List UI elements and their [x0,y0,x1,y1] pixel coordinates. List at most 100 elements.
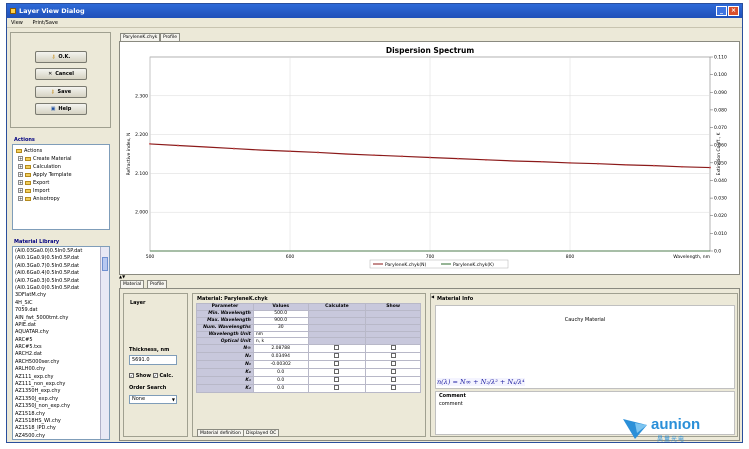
library-item[interactable]: APIE.dat [15,322,99,329]
library-item[interactable]: ARC#5 [15,337,99,344]
param-value[interactable]: 0.0 [252,376,309,386]
library-item[interactable]: AIN_fwt_5000tmt.chy [15,315,99,322]
library-item[interactable]: ARLH00.chy [15,366,99,373]
material-library-list[interactable]: (Al0.03Ga0.0)0.5In0.5P.dat (Al0.1Ga0.9)0.… [12,246,110,440]
param-value[interactable]: n, k [252,337,309,346]
chart-tab-profile[interactable]: Profile [160,33,180,41]
tree-item-apply-template[interactable]: + Apply Template [16,171,106,179]
thickness-input[interactable]: 5691.0 [129,355,177,365]
param-value[interactable]: nm [252,330,309,339]
param-value[interactable]: 30 [252,323,309,332]
data-point [233,147,235,150]
calculate-checkbox[interactable] [334,385,340,391]
table-row: Max. Wavelength 900.0 [196,316,421,325]
data-point [485,158,487,161]
save-button[interactable]: ⚷ Save [35,86,87,98]
param-value[interactable]: 0.0 [252,384,309,394]
show-checkbox[interactable] [390,361,396,367]
library-item[interactable]: AZ1350H_exp.chy [15,388,99,395]
table-row: K₁ 0.0 [196,376,421,386]
library-item[interactable]: AQUATAR.chy [15,329,99,336]
chart-tab-parylene[interactable]: ParyleneK.chyk [120,33,161,41]
calculate-checkbox[interactable] [334,353,340,359]
library-item[interactable]: 4H_SiC [15,300,99,307]
close-button[interactable]: × [728,6,739,16]
show-checkbox[interactable] [390,369,396,375]
param-value[interactable]: -0.00302 [252,360,309,370]
library-item[interactable]: ARC#5.txs [15,344,99,351]
library-scrollbar[interactable] [100,247,109,439]
data-point [597,162,599,165]
data-point [709,166,711,169]
application-window: Layer View Dialog _ × View Print/Save ⚷ O… [6,3,743,443]
param-value[interactable]: 2.08788 [252,344,309,354]
material-title: Material: ParyleneK.chyk [197,296,268,302]
collapse-arrow-icon[interactable]: ◀ [431,294,435,300]
show-checkbox[interactable] [390,345,396,351]
library-item[interactable]: (Al0.03Ga0.0)0.5In0.5P.dat [15,248,99,255]
calc-checkbox[interactable]: ✓ [152,373,158,378]
param-value[interactable]: 0.03494 [252,352,309,362]
comment-text[interactable]: comment [439,401,463,407]
library-item[interactable]: AZ1350J_exp.chy [15,396,99,403]
tree-item-create-material[interactable]: + Create Material [16,155,106,163]
tree-root[interactable]: Actions [16,147,106,155]
show-checkbox[interactable] [390,353,396,359]
library-item[interactable]: 3DFlatM.chy [15,292,99,299]
library-item[interactable]: AZ111_non_exp.chy [15,381,99,388]
menu-view[interactable]: View [11,20,23,26]
library-item[interactable]: (Al0.1Ga0.0)0.5In0.5P.dat [15,285,99,292]
tab-displayed-oc[interactable]: Displayed OC [243,429,280,437]
header-values: Values [252,303,309,311]
show-checkbox[interactable] [390,385,396,391]
param-value[interactable]: 500.0 [252,309,309,318]
show-checkbox[interactable]: ✓ [129,373,134,378]
ok-button[interactable]: ⚷ O.K. [35,51,87,63]
library-item[interactable]: (Al0.3Ga0.7)0.5In0.5P.dat [15,263,99,270]
tree-item-calculation[interactable]: + Calculation [16,163,106,171]
header-show: Show [365,303,421,311]
tree-item-export[interactable]: + Export [16,179,106,187]
library-item[interactable]: AZ4500.chy [15,433,99,439]
library-item[interactable]: (Al0.1Ga0.9)0.5In0.5P.dat [15,255,99,262]
data-point [149,143,151,145]
minimize-button[interactable]: _ [716,6,727,16]
key-icon: ⚷ [51,54,56,60]
header-calculate: Calculate [307,303,367,311]
library-item[interactable]: AZ1518.chy [15,411,99,418]
help-button[interactable]: ▣ Help [35,103,87,115]
scroll-thumb[interactable] [102,257,108,271]
library-item[interactable]: AZ111_exp.chy [15,374,99,381]
calculate-checkbox[interactable] [334,345,340,351]
bottom-tab-profile[interactable]: Profile [147,280,167,288]
library-item[interactable]: (Al0.6Ga0.4)0.5In0.5P.dat [15,270,99,277]
tab-material-definition[interactable]: Material definition [197,429,244,437]
library-title: Material Library [14,239,60,245]
order-search-select[interactable]: None ▼ [129,395,177,404]
param-value[interactable]: 0.0 [252,368,309,378]
menu-print-save[interactable]: Print/Save [32,20,57,26]
y-left-axis-label: Refractive index, N [126,133,132,176]
library-item[interactable]: 7059.dat [15,307,99,314]
tree-item-import[interactable]: + Import [16,187,106,195]
dispersion-chart: 500 600 700 800 2.300 2.200 2.100 2.000 0.110 0.1… [126,46,727,269]
show-checkbox[interactable] [390,377,396,383]
calculate-checkbox[interactable] [334,369,340,375]
library-item[interactable]: AZ1350J_non_exp.chy [15,403,99,410]
calculate-checkbox[interactable] [334,361,340,367]
data-point [373,154,375,157]
library-item[interactable]: ARCH2.dat [15,351,99,358]
tree-item-anisotropy[interactable]: + Anisotropy [16,195,106,203]
button-panel: ⚷ O.K. ✕ Cancel ⚷ Save ▣ Help [10,32,111,128]
data-point [345,153,347,155]
cancel-button[interactable]: ✕ Cancel [35,68,87,80]
y-right-tick-label: 0.010 [714,231,727,237]
bottom-tab-material[interactable]: Material [120,280,145,288]
calculate-checkbox[interactable] [334,377,340,383]
folder-icon [25,172,31,177]
library-item[interactable]: AZ1518HS_WI.chy [15,418,99,425]
library-item[interactable]: AZ1518_IPD.chy [15,425,99,432]
library-item[interactable]: (Al0.7Ga0.3)0.5In0.5P.dat [15,278,99,285]
library-item[interactable]: ARCH5000ser.chy [15,359,99,366]
param-value[interactable]: 900.0 [252,316,309,325]
